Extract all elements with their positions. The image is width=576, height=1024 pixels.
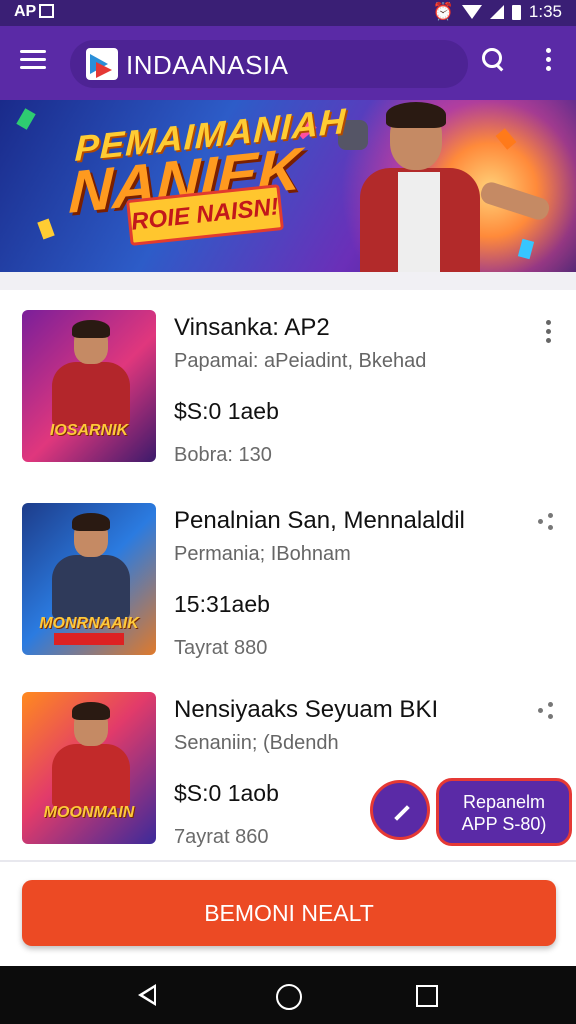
status-carrier-text: AP <box>14 3 37 20</box>
pencil-icon <box>394 805 410 821</box>
item-title: Nensiyaaks Seyuam BKI <box>174 696 439 723</box>
wifi-icon <box>461 5 482 19</box>
list-item[interactable]: MONRNAAIK Penalnian San, Mennalaldil Per… <box>0 503 576 695</box>
thumb-sublabel <box>54 633 124 645</box>
status-right: ⏰ 1:35 <box>433 2 562 22</box>
status-bar: AP ⏰ 1:35 <box>0 0 576 26</box>
system-nav-bar <box>0 966 576 1024</box>
banner-hero <box>330 100 560 272</box>
menu-icon[interactable] <box>20 50 46 70</box>
promo-line2: APP S-80) <box>461 814 547 834</box>
item-meta: Tayrat 880 <box>174 637 268 659</box>
overflow-menu-icon[interactable] <box>540 48 556 78</box>
section-divider <box>0 272 576 290</box>
promo-chip[interactable]: Repanelm APP S-80) <box>436 778 572 846</box>
confetti <box>37 218 55 240</box>
item-price: $S:0 1aeb <box>174 398 279 424</box>
app-logo <box>86 48 118 80</box>
thumb-label: IOSARNIK <box>49 422 129 439</box>
item-price: $S:0 1aob <box>174 780 279 806</box>
share-icon[interactable] <box>538 702 556 720</box>
item-meta: Bobra: 130 <box>174 444 272 466</box>
item-subtitle: Permania; IBohnam <box>174 543 351 565</box>
search-icon[interactable] <box>480 46 508 74</box>
cta-button[interactable]: BEMONI NEALT <box>22 880 556 946</box>
game-thumbnail: MONRNAAIK <box>22 503 156 655</box>
recents-icon[interactable] <box>416 985 438 1007</box>
sim-icon <box>39 4 55 18</box>
item-subtitle: Senaniin; (Bdendh <box>174 732 339 754</box>
compose-fab[interactable] <box>370 780 430 840</box>
app-title: INDAANASIA <box>126 50 289 80</box>
share-icon[interactable] <box>538 513 556 531</box>
promo-banner[interactable]: PEMAIMANIAH NANIEK ROIE NAISN! <box>0 100 576 272</box>
item-subtitle: Papamai: aPeiadint, Bkehad <box>174 350 427 372</box>
list-separator <box>0 860 576 862</box>
back-icon-inner <box>143 988 154 1002</box>
confetti <box>16 108 36 130</box>
title-pill[interactable]: INDAANASIA <box>70 40 468 88</box>
thumb-label: MOONMAIN <box>43 804 135 821</box>
game-thumbnail: IOSARNIK <box>22 310 156 462</box>
status-time: 1:35 <box>528 2 562 21</box>
promo-line1: Repanelm <box>462 792 546 812</box>
app-bar: INDAANASIA <box>0 26 576 100</box>
item-title: Penalnian San, Mennalaldil <box>174 507 465 534</box>
kebab-icon[interactable] <box>540 320 556 346</box>
item-meta: 7ayrat 860 <box>174 826 269 848</box>
item-price: 15:31aeb <box>174 591 270 617</box>
home-icon[interactable] <box>276 984 302 1010</box>
status-left: AP <box>14 3 55 21</box>
list-item[interactable]: IOSARNIK Vinsanka: AP2 Papamai: aPeiadin… <box>0 310 576 502</box>
game-thumbnail: MOONMAIN <box>22 692 156 844</box>
alarm-icon: ⏰ <box>432 2 454 21</box>
battery-icon <box>511 4 521 20</box>
signal-icon <box>489 5 504 19</box>
item-title: Vinsanka: AP2 <box>174 314 330 341</box>
